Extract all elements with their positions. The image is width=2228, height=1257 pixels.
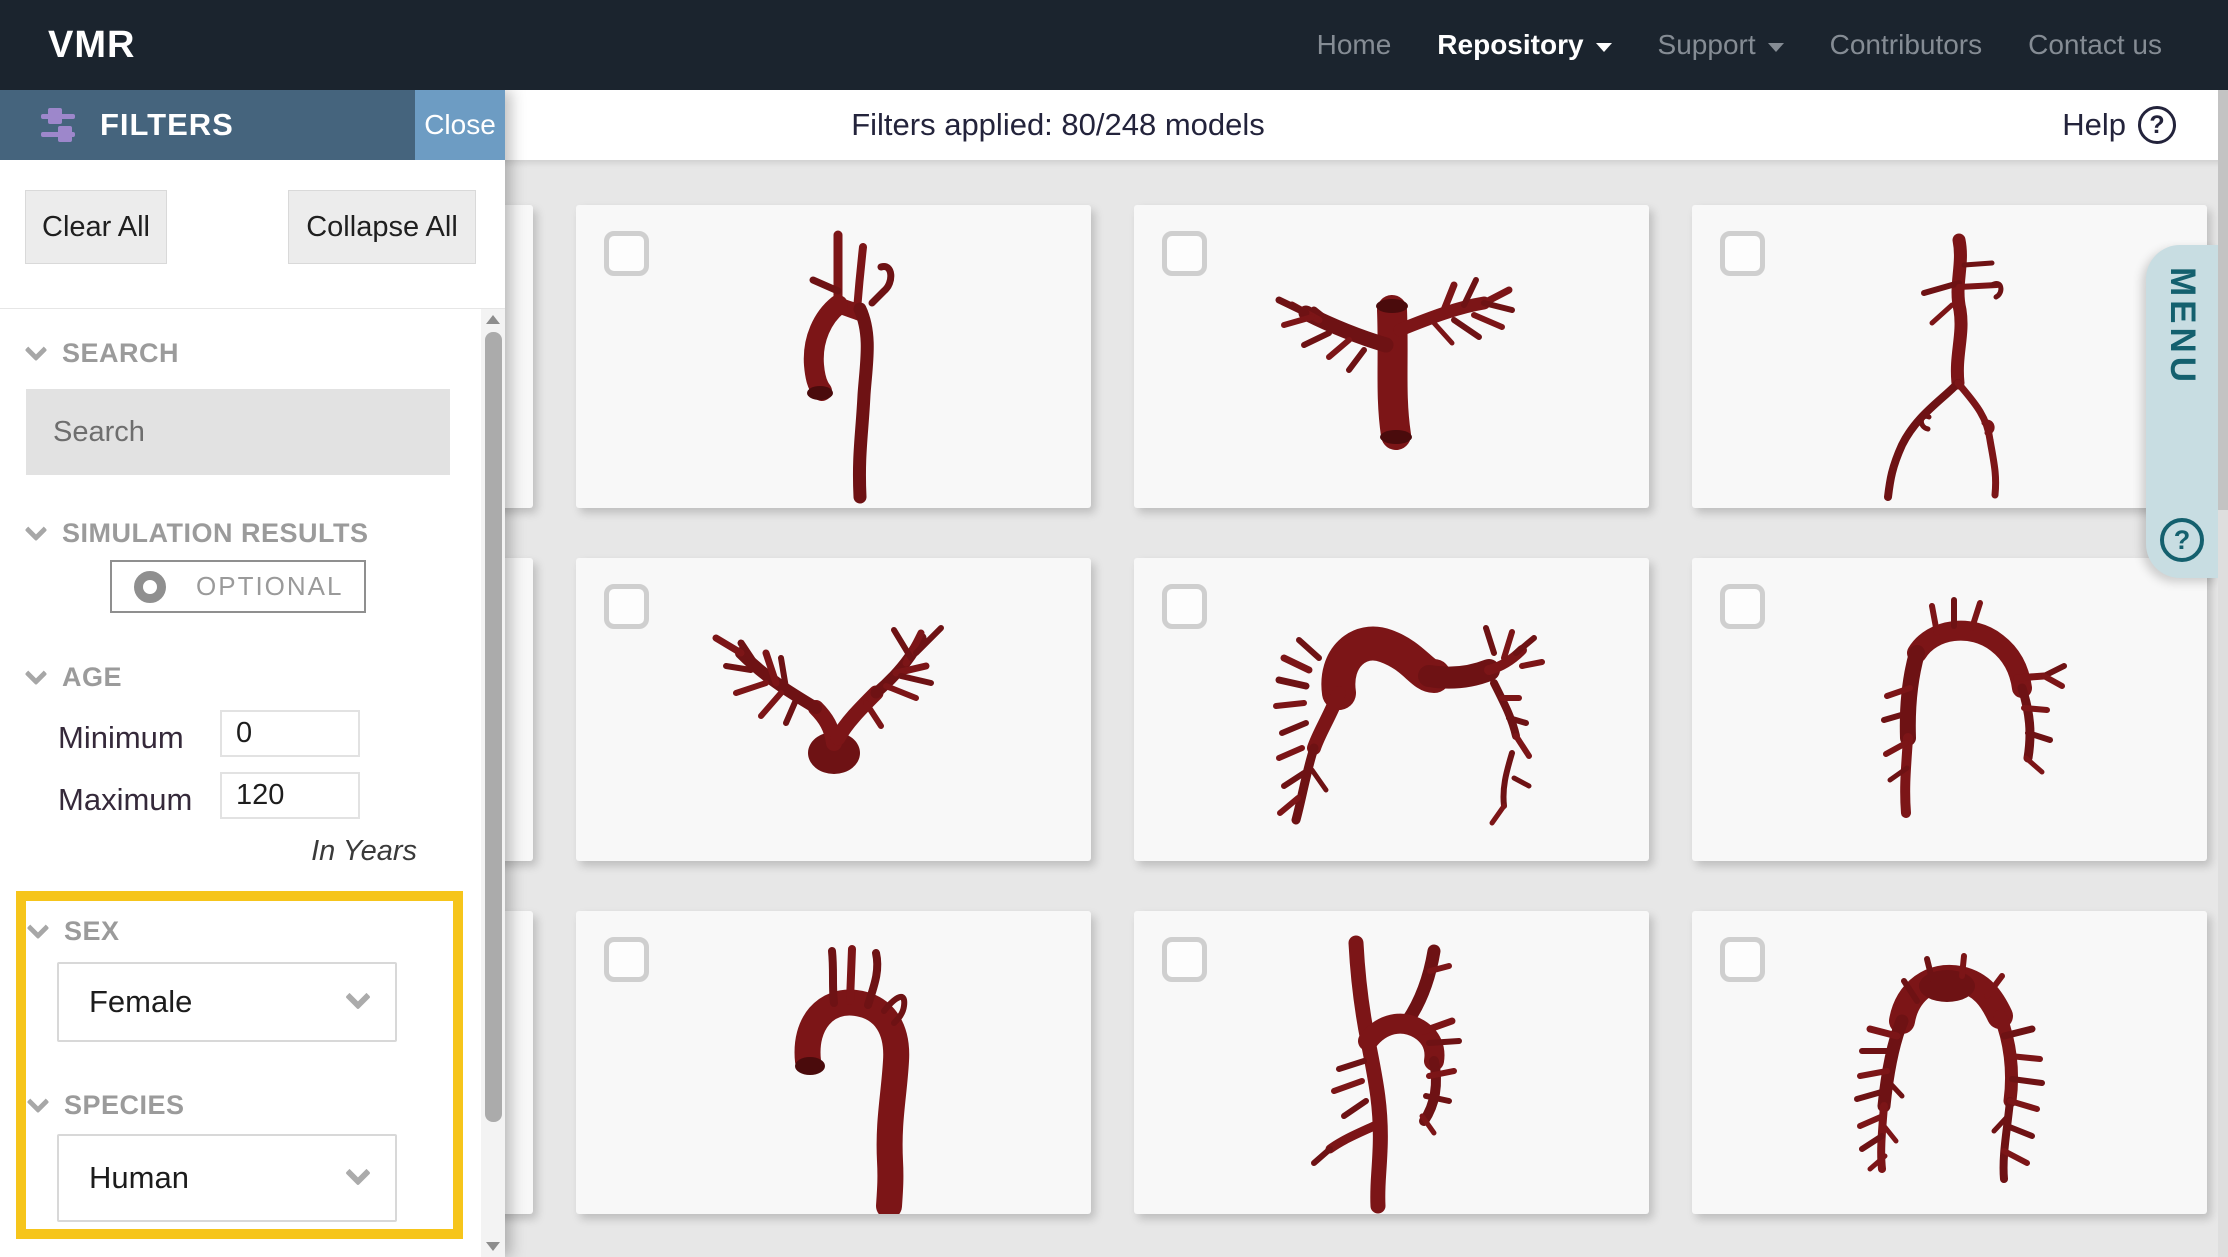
nav-item-home[interactable]: Home	[1317, 29, 1392, 61]
scroll-up-arrow-icon[interactable]	[486, 315, 500, 324]
simulation-results-section-header[interactable]: SIMULATION RESULTS	[24, 518, 369, 549]
scroll-down-arrow-icon[interactable]	[486, 1242, 500, 1251]
sex-section-header[interactable]: SEX	[26, 916, 120, 947]
filters-sidebar: FILTERS Close Clear All Collapse All SEA…	[0, 90, 505, 1257]
species-section-title: SPECIES	[64, 1090, 185, 1120]
sidebar-scrollbar-thumb[interactable]	[485, 332, 502, 1122]
nav-item-label: Home	[1316, 29, 1392, 60]
sex-dropdown[interactable]: Female	[57, 962, 397, 1042]
help-label: Help	[2062, 107, 2126, 142]
model-card-aorto-iliac-arteries[interactable]	[1692, 205, 2207, 508]
species-section-header[interactable]: SPECIES	[26, 1090, 185, 1121]
species-dropdown-value: Human	[89, 1160, 189, 1195]
help-question-icon: ?	[2138, 106, 2176, 144]
model-card-aortic-arch-branches[interactable]	[1692, 558, 2207, 861]
caret-down-icon	[1595, 42, 1612, 52]
top-navbar: VMR Home Repository Support Contributors Con…	[0, 0, 2228, 90]
toggle-ring-icon	[134, 570, 166, 603]
vascular-model-thumbnail	[1275, 277, 1515, 450]
sidebar-divider	[0, 308, 505, 309]
nav-item-label: Contact us	[2028, 29, 2162, 60]
vascular-model-thumbnail	[1881, 597, 2067, 818]
model-card-pulmonary-arch-lateral[interactable]	[1134, 558, 1649, 861]
filters-header: FILTERS Close	[0, 90, 505, 160]
chevron-down-icon	[26, 916, 50, 939]
chevron-down-icon	[345, 1160, 371, 1186]
vascular-model-thumbnail	[1311, 935, 1462, 1214]
sex-dropdown-value: Female	[89, 984, 193, 1019]
vascular-model-thumbnail	[1854, 953, 2045, 1183]
age-maximum-input[interactable]	[220, 772, 360, 819]
page-scrollbar[interactable]	[2218, 90, 2228, 1257]
model-card-aortic-arch-side[interactable]	[576, 205, 1091, 508]
vmr-logo[interactable]: VMR	[48, 24, 135, 67]
simulation-results-title: SIMULATION RESULTS	[62, 518, 369, 548]
nav-item-label: Support	[1657, 29, 1756, 60]
sex-section-title: SEX	[64, 916, 120, 946]
nav-item-contributors[interactable]: Contributors	[1830, 29, 1983, 61]
vascular-model-thumbnail	[794, 945, 910, 1214]
help-link[interactable]: Help ?	[2062, 90, 2176, 160]
vascular-model-thumbnail	[712, 625, 944, 774]
vascular-model-thumbnail	[1273, 625, 1545, 826]
chevron-down-icon	[345, 984, 371, 1010]
search-section-header[interactable]: SEARCH	[24, 338, 180, 369]
page-scrollbar-thumb[interactable]	[2218, 90, 2228, 510]
age-section-title: AGE	[62, 662, 123, 692]
model-card-aortic-arch-cane[interactable]	[576, 911, 1091, 1214]
nav-item-repository[interactable]: Repository	[1437, 29, 1612, 61]
sliders-filter-icon	[41, 108, 75, 142]
model-card-pulmonary-tree-wide[interactable]	[1692, 911, 2207, 1214]
age-unit-note: In Years	[311, 835, 417, 867]
collapse-all-button[interactable]: Collapse All	[288, 190, 476, 264]
model-card-pulmonary-artery-front[interactable]	[1134, 205, 1649, 508]
optional-label: OPTIONAL	[196, 571, 344, 601]
age-minimum-label: Minimum	[58, 720, 184, 755]
chevron-down-icon	[24, 338, 48, 361]
vascular-model-thumbnail	[803, 230, 895, 504]
main-navigation: Home Repository Support Contributors Contact…	[1317, 29, 2162, 61]
caret-down-icon	[1767, 42, 1784, 52]
age-maximum-label: Maximum	[58, 782, 193, 817]
age-section-header[interactable]: AGE	[24, 662, 123, 693]
search-input[interactable]	[26, 389, 450, 475]
filters-title: FILTERS	[100, 107, 234, 142]
menu-side-tab[interactable]: MENU ?	[2146, 245, 2218, 578]
chevron-down-icon	[24, 662, 48, 685]
nav-item-contact-us[interactable]: Contact us	[2028, 29, 2162, 61]
species-dropdown[interactable]: Human	[57, 1134, 397, 1222]
model-card-pulmonary-antler-tree[interactable]	[576, 558, 1091, 861]
nav-item-support[interactable]: Support	[1658, 29, 1784, 61]
vascular-model-thumbnail	[1884, 233, 2004, 501]
model-card-aorta-branches-front[interactable]	[1134, 911, 1649, 1214]
search-section-title: SEARCH	[62, 338, 180, 368]
simulation-optional-toggle[interactable]: OPTIONAL	[110, 560, 366, 613]
close-filters-button[interactable]: Close	[415, 90, 505, 160]
nav-item-label: Repository	[1437, 29, 1584, 60]
clear-all-button[interactable]: Clear All	[25, 190, 167, 264]
chevron-down-icon	[26, 1090, 50, 1113]
menu-tab-label: MENU	[2163, 267, 2202, 387]
chevron-down-icon	[24, 518, 48, 541]
menu-help-icon[interactable]: ?	[2160, 518, 2204, 562]
age-minimum-input[interactable]	[220, 710, 360, 757]
nav-item-label: Contributors	[1829, 29, 1983, 60]
